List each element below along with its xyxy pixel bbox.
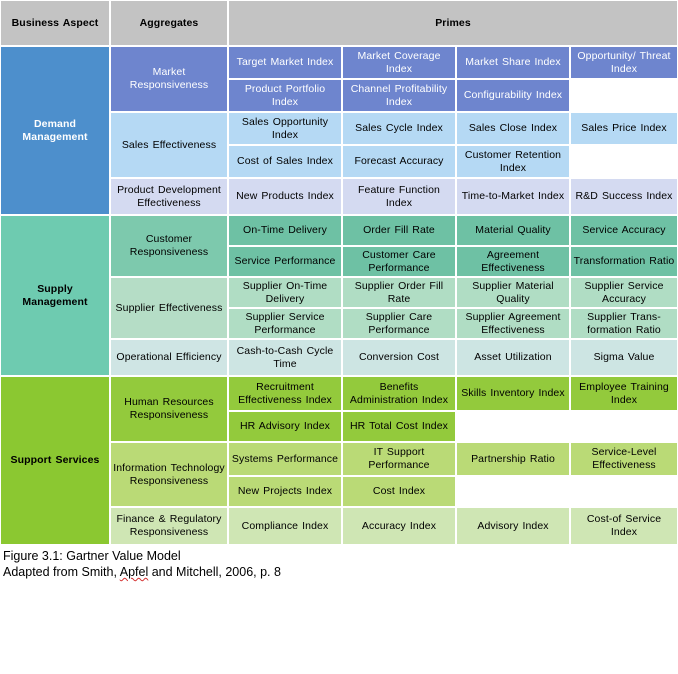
prime-cell-empty bbox=[570, 145, 678, 178]
prime-cell: Supplier Agreement Effectiveness bbox=[456, 308, 570, 339]
prime-cell: Cost-of Service Index bbox=[570, 507, 678, 545]
prime-cell: Supplier Order Fill Rate bbox=[342, 277, 456, 308]
prime-cell: Product Portfolio Index bbox=[228, 79, 342, 112]
aggregate-cell: Supplier Effectiveness bbox=[110, 277, 228, 339]
table-row: Support Services Human Resources Responsi… bbox=[0, 376, 678, 545]
prime-cell: Transformation Ratio bbox=[570, 246, 678, 277]
prime-cell: Supplier Trans- formation Ratio bbox=[570, 308, 678, 339]
gartner-value-model-figure: Business Aspect Aggregates Primes Demand… bbox=[0, 0, 678, 674]
business-aspect-cell: Support Services bbox=[0, 376, 110, 545]
prime-cell-empty bbox=[570, 476, 678, 507]
business-aspect-cell: Supply Management bbox=[0, 215, 110, 376]
prime-cell: Cost Index bbox=[342, 476, 456, 507]
aggregate-cell: Customer Responsiveness bbox=[110, 215, 228, 277]
aggregate-cell: Human Resources Responsiveness bbox=[110, 376, 228, 442]
prime-cell: Recruitment Effectiveness Index bbox=[228, 376, 342, 411]
prime-cell: Supplier On-Time Delivery bbox=[228, 277, 342, 308]
prime-cell: Benefits Administration Index bbox=[342, 376, 456, 411]
prime-cell: Supplier Service Accuracy bbox=[570, 277, 678, 308]
column-header-aggregates: Aggregates bbox=[110, 0, 228, 46]
prime-cell: Systems Performance bbox=[228, 442, 342, 476]
prime-cell: Sales Opportunity Index bbox=[228, 112, 342, 145]
prime-cell: Employee Training Index bbox=[570, 376, 678, 411]
prime-cell: Market Share Index bbox=[456, 46, 570, 79]
prime-cell: HR Advisory Index bbox=[228, 411, 342, 442]
aggregate-cell: Information Technology Responsiveness bbox=[110, 442, 228, 507]
caption-prefix: Adapted from Smith, bbox=[3, 565, 120, 579]
prime-cell: Service Accuracy bbox=[570, 215, 678, 246]
table-body: Business Aspect Aggregates Primes Demand… bbox=[0, 0, 678, 545]
aggregate-cell: Finance & Regulatory Responsiveness bbox=[110, 507, 228, 545]
prime-cell: Agreement Effectiveness bbox=[456, 246, 570, 277]
table-row: Demand Management Market Responsiveness Ta… bbox=[0, 46, 678, 215]
prime-cell: Supplier Service Performance bbox=[228, 308, 342, 339]
prime-cell: Feature Function Index bbox=[342, 178, 456, 215]
column-header-business-aspect: Business Aspect bbox=[0, 0, 110, 46]
prime-cell: Material Quality bbox=[456, 215, 570, 246]
prime-cell: Compliance Index bbox=[228, 507, 342, 545]
prime-cell: Channel Profitability Index bbox=[342, 79, 456, 112]
figure-caption: Figure 3.1: Gartner Value Model Adapted … bbox=[0, 548, 678, 580]
aggregate-cell: Market Responsiveness bbox=[110, 46, 228, 112]
prime-cell: Asset Utilization bbox=[456, 339, 570, 376]
prime-cell: Sigma Value bbox=[570, 339, 678, 376]
prime-cell: Time-to-Market Index bbox=[456, 178, 570, 215]
prime-cell: Service-Level Effectiveness bbox=[570, 442, 678, 476]
prime-cell: New Products Index bbox=[228, 178, 342, 215]
prime-cell: Conversion Cost bbox=[342, 339, 456, 376]
prime-cell-empty bbox=[570, 79, 678, 112]
prime-cell: New Projects Index bbox=[228, 476, 342, 507]
prime-cell: Advisory Index bbox=[456, 507, 570, 545]
aggregate-cell: Product Development Effectiveness bbox=[110, 178, 228, 215]
prime-cell: Order Fill Rate bbox=[342, 215, 456, 246]
prime-cell: Customer Retention Index bbox=[456, 145, 570, 178]
business-aspect-cell: Demand Management bbox=[0, 46, 110, 215]
caption-suffix: and Mitchell, 2006, p. 8 bbox=[148, 565, 281, 579]
prime-cell: Cost of Sales Index bbox=[228, 145, 342, 178]
prime-cell-empty bbox=[456, 411, 570, 442]
prime-cell: Sales Cycle Index bbox=[342, 112, 456, 145]
table-row: Supply Management Customer Responsiveness… bbox=[0, 215, 678, 376]
value-model-table: Business Aspect Aggregates Primes Demand… bbox=[0, 0, 678, 545]
prime-cell: Target Market Index bbox=[228, 46, 342, 79]
prime-cell: Supplier Material Quality bbox=[456, 277, 570, 308]
prime-cell: On-Time Delivery bbox=[228, 215, 342, 246]
prime-cell-empty bbox=[456, 476, 570, 507]
prime-cell: Service Performance bbox=[228, 246, 342, 277]
caption-misspelled-word: Apfel bbox=[119, 565, 149, 579]
prime-cell: Forecast Accuracy bbox=[342, 145, 456, 178]
prime-cell: IT Support Performance bbox=[342, 442, 456, 476]
caption-line-1: Figure 3.1: Gartner Value Model bbox=[3, 549, 181, 563]
prime-cell: Opportunity/ Threat Index bbox=[570, 46, 678, 79]
prime-cell: Customer Care Performance bbox=[342, 246, 456, 277]
prime-cell: Sales Close Index bbox=[456, 112, 570, 145]
prime-cell: Partnership Ratio bbox=[456, 442, 570, 476]
prime-cell: Accuracy Index bbox=[342, 507, 456, 545]
caption-line-2: Adapted from Smith, Apfel and Mitchell, … bbox=[3, 564, 678, 580]
prime-cell: R&D Success Index bbox=[570, 178, 678, 215]
prime-cell: Sales Price Index bbox=[570, 112, 678, 145]
aggregate-cell: Operational Efficiency bbox=[110, 339, 228, 376]
prime-cell: HR Total Cost Index bbox=[342, 411, 456, 442]
prime-cell: Cash-to-Cash Cycle Time bbox=[228, 339, 342, 376]
column-header-primes: Primes bbox=[228, 0, 678, 46]
prime-cell: Configurability Index bbox=[456, 79, 570, 112]
aggregate-cell: Sales Effectiveness bbox=[110, 112, 228, 178]
table-header-row: Business Aspect Aggregates Primes bbox=[0, 0, 678, 46]
prime-cell: Skills Inventory Index bbox=[456, 376, 570, 411]
prime-cell-empty bbox=[570, 411, 678, 442]
prime-cell: Supplier Care Performance bbox=[342, 308, 456, 339]
prime-cell: Market Coverage Index bbox=[342, 46, 456, 79]
